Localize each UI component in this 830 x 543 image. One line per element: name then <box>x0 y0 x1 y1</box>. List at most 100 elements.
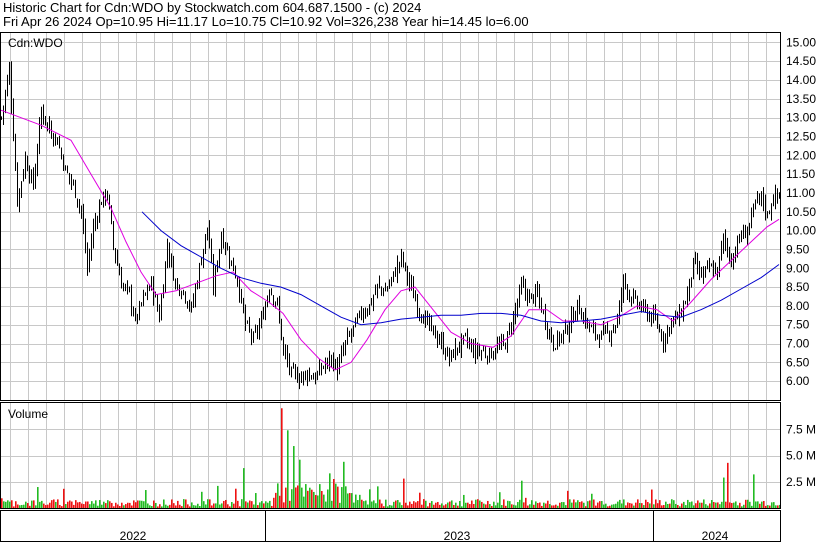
volume-bar <box>331 500 333 508</box>
volume-bar <box>423 499 425 508</box>
volume-bar <box>581 501 583 508</box>
volume-bar <box>141 500 143 508</box>
volume-bar <box>319 484 321 508</box>
volume-bar <box>759 503 761 508</box>
volume-bar <box>455 502 457 508</box>
volume-bar <box>769 505 771 508</box>
volume-bar <box>733 502 735 508</box>
volume-bar <box>53 499 55 508</box>
volume-bar <box>229 506 231 508</box>
volume-bar <box>697 500 699 508</box>
volume-bar <box>771 502 773 508</box>
volume-bar <box>757 501 759 508</box>
volume-bar <box>631 503 633 508</box>
volume-bar <box>715 502 717 508</box>
volume-bar <box>341 487 343 508</box>
volume-bar <box>695 503 697 508</box>
volume-bar <box>527 505 529 508</box>
volume-bar <box>305 484 307 508</box>
volume-bar <box>91 501 93 508</box>
price-tick-label: 14.50 <box>786 54 816 68</box>
volume-bar <box>457 505 459 508</box>
volume-bar <box>625 505 627 508</box>
volume-bar <box>727 462 729 508</box>
volume-bar <box>773 502 775 508</box>
year-label: 2024 <box>702 529 729 543</box>
volume-bar <box>313 491 315 508</box>
volume-bar <box>185 499 187 508</box>
volume-bar <box>497 502 499 508</box>
volume-bar <box>407 505 409 508</box>
volume-bar <box>205 504 207 508</box>
volume-bar <box>173 503 175 508</box>
volume-bar <box>237 500 239 508</box>
volume-bar <box>301 487 303 508</box>
volume-bar <box>231 502 233 508</box>
volume-bar <box>61 506 63 508</box>
volume-bar <box>73 504 75 508</box>
volume-bar <box>137 500 139 508</box>
volume-bar <box>433 504 435 508</box>
volume-bar <box>501 505 503 508</box>
volume-bar <box>261 501 263 508</box>
volume-bar <box>403 478 405 508</box>
volume-bar <box>393 501 395 508</box>
volume-bar <box>19 505 21 508</box>
volume-bar <box>659 500 661 508</box>
volume-bar <box>281 408 283 508</box>
volume-bar <box>725 501 727 508</box>
volume-bar <box>389 504 391 508</box>
volume-bar <box>647 502 649 508</box>
volume-bar <box>23 504 25 508</box>
volume-bar <box>635 502 637 508</box>
volume-bar <box>95 500 97 508</box>
year-label: 2022 <box>120 529 147 543</box>
volume-bar <box>343 461 345 508</box>
volume-bar <box>339 502 341 508</box>
volume-bar <box>367 504 369 508</box>
volume-bar <box>193 505 195 508</box>
volume-bar <box>199 506 201 508</box>
volume-bar <box>97 505 99 508</box>
volume-bar <box>119 505 121 508</box>
volume-bar <box>671 499 673 508</box>
volume-bar <box>85 501 87 508</box>
volume-bar <box>689 502 691 508</box>
volume-bar <box>421 504 423 508</box>
volume-bar <box>571 502 573 508</box>
price-tick-label: 15.00 <box>786 35 816 49</box>
volume-bar <box>709 503 711 508</box>
volume-bar <box>143 501 145 508</box>
volume-bar <box>233 503 235 508</box>
volume-bar <box>243 468 245 508</box>
volume-bar <box>473 504 475 508</box>
volume-bar <box>723 477 725 508</box>
volume-bar <box>593 499 595 508</box>
volume-bar <box>257 505 259 508</box>
year-label: 2023 <box>444 529 471 543</box>
volume-bar <box>415 502 417 508</box>
volume-bar <box>383 506 385 508</box>
volume-bar <box>737 505 739 508</box>
volume-bar <box>101 504 103 508</box>
volume-bar <box>649 503 651 508</box>
volume-bar <box>651 489 653 508</box>
volume-bar <box>555 504 557 508</box>
volume-bar <box>131 505 133 508</box>
volume-bar <box>279 495 281 508</box>
volume-bar <box>171 499 173 508</box>
volume-bar <box>71 501 73 508</box>
volume-bar <box>643 505 645 508</box>
volume-bar <box>665 501 667 508</box>
volume-bar <box>615 503 617 508</box>
volume-bar <box>221 503 223 508</box>
stock-chart: 15.00 14.50 14.00 13.50 13.00 12.50 12.00 11.50… <box>0 32 816 543</box>
volume-bar <box>639 503 641 508</box>
volume-bar <box>365 500 367 508</box>
volume-bar <box>633 505 635 508</box>
volume-bar <box>597 502 599 508</box>
volume-bar <box>605 503 607 508</box>
volume-bar <box>159 504 161 508</box>
volume-bar <box>167 505 169 508</box>
volume-bar <box>637 499 639 508</box>
